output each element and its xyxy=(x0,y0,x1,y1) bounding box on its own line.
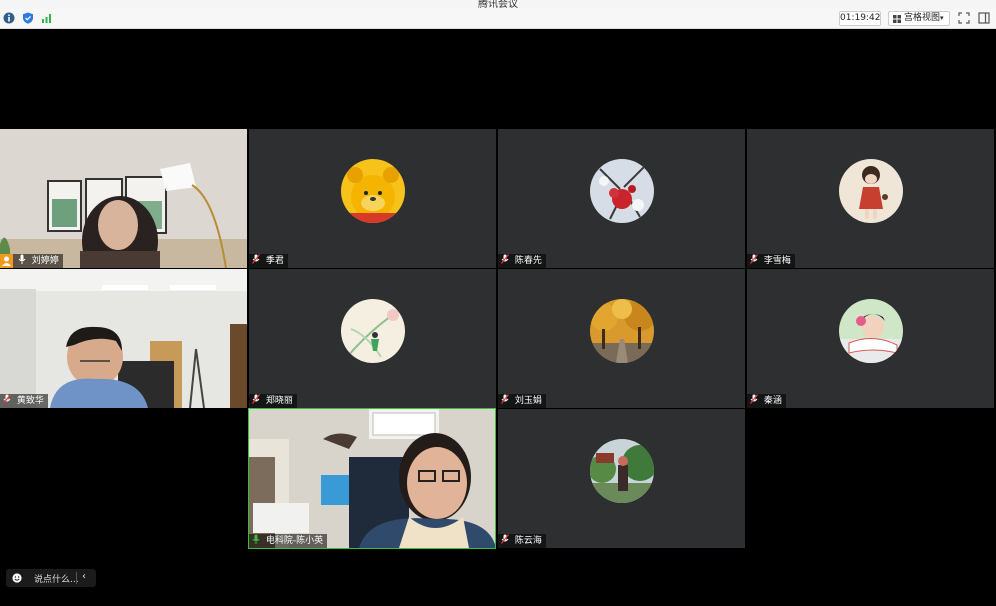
participant-nameplate: 刘婷婷 xyxy=(0,254,63,268)
video-tile[interactable]: 郑晓丽 xyxy=(249,269,496,408)
participant-name: 刘婷婷 xyxy=(31,256,59,266)
info-icon[interactable] xyxy=(3,12,15,24)
video-tile[interactable]: 秦涵 xyxy=(747,269,994,408)
participant-nameplate: 陈春先 xyxy=(498,254,546,268)
red-berries-avatar xyxy=(590,159,654,223)
mic-muted-icon xyxy=(501,534,509,544)
sidebar-toggle-icon[interactable] xyxy=(978,12,990,24)
video-tile[interactable]: 李雪梅 xyxy=(747,129,994,268)
participant-nameplate: 陈云海 xyxy=(498,534,546,548)
participant-video xyxy=(0,269,247,408)
participant-name: 陈春先 xyxy=(514,256,542,266)
participant-nameplate: 李雪梅 xyxy=(747,254,795,268)
mic-muted-icon xyxy=(252,254,260,264)
grid-icon xyxy=(893,15,901,23)
mic-speaking-icon xyxy=(252,534,260,544)
participant-nameplate: 黄致华 xyxy=(0,394,48,408)
participant-video xyxy=(249,409,496,548)
participant-nameplate: 季君 xyxy=(249,254,288,268)
participant-name: 李雪梅 xyxy=(763,256,791,266)
participant-video xyxy=(0,129,247,268)
participant-name: 陈云海 xyxy=(514,536,542,546)
autumn-trees-avatar xyxy=(590,299,654,363)
participant-name: 季君 xyxy=(265,256,284,266)
participant-nameplate: 秦涵 xyxy=(747,394,786,408)
video-tile[interactable]: 刘玉娟 xyxy=(498,269,745,408)
chevron-down-icon: ▾ xyxy=(940,14,944,22)
mic-muted-icon xyxy=(750,394,758,404)
video-tile[interactable]: 黄致华 xyxy=(0,269,247,408)
chat-input-bar[interactable]: 说点什么... ‹ xyxy=(6,569,96,587)
child-photo-avatar xyxy=(839,299,903,363)
fullscreen-icon[interactable] xyxy=(958,12,970,24)
mic-muted-icon xyxy=(3,394,11,404)
cartoon-girl-avatar xyxy=(839,159,903,223)
participant-name: 郑晓丽 xyxy=(265,396,293,406)
mic-muted-icon xyxy=(750,254,758,264)
view-mode-dropdown[interactable]: 宫格视图 ▾ xyxy=(888,11,950,26)
mic-on-icon xyxy=(18,254,26,264)
winnie-the-pooh-avatar xyxy=(341,159,405,223)
video-tile[interactable]: 季君 xyxy=(249,129,496,268)
top-toolbar: 01:19:42 宫格视图 ▾ xyxy=(0,9,996,29)
title-bar: 腾讯会议 xyxy=(0,0,996,10)
participant-name: 秦涵 xyxy=(763,396,782,406)
participant-name: 黄致华 xyxy=(16,396,44,406)
participant-nameplate: 刘玉娟 xyxy=(498,394,546,408)
participant-nameplate: 电科院-陈小英 xyxy=(249,534,328,548)
green-sketch-avatar xyxy=(341,299,405,363)
participant-nameplate: 郑晓丽 xyxy=(249,394,297,408)
chevron-left-icon[interactable]: ‹ xyxy=(82,571,86,582)
mic-muted-icon xyxy=(252,394,260,404)
divider xyxy=(76,572,77,584)
signal-icon[interactable] xyxy=(41,12,53,24)
mic-muted-icon xyxy=(501,394,509,404)
host-badge-icon xyxy=(0,254,13,268)
participant-name: 电科院-陈小英 xyxy=(265,536,324,546)
mic-muted-icon xyxy=(501,254,509,264)
view-mode-label: 宫格视图 xyxy=(904,13,941,23)
person-garden-avatar xyxy=(590,439,654,503)
chat-placeholder[interactable]: 说点什么... xyxy=(34,572,79,585)
emoji-icon[interactable] xyxy=(12,573,22,583)
video-tile[interactable]: 电科院-陈小英 xyxy=(249,409,496,548)
video-tile[interactable]: 陈云海 xyxy=(498,409,745,548)
participant-name: 刘玉娟 xyxy=(514,396,542,406)
video-tile[interactable]: 陈春先 xyxy=(498,129,745,268)
video-tile[interactable]: 刘婷婷 xyxy=(0,129,247,268)
meeting-timer: 01:19:42 xyxy=(839,11,881,26)
shield-icon[interactable] xyxy=(22,12,34,24)
